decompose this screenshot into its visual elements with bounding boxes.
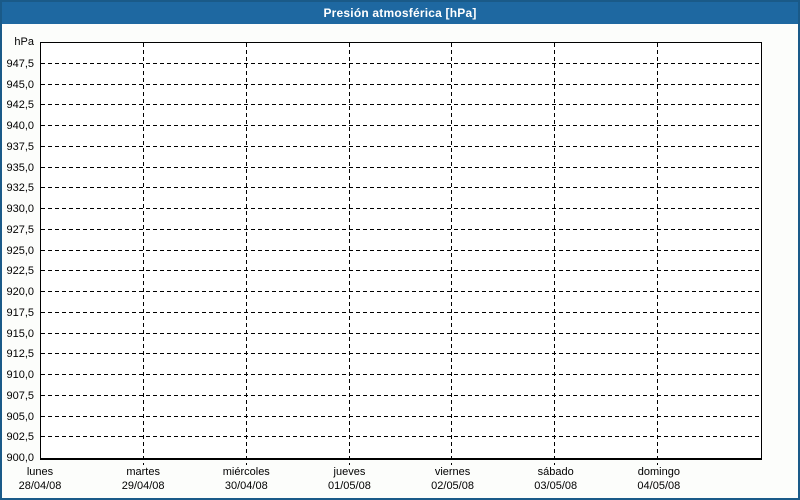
y-axis-tick-label: 935,0 <box>6 161 34 174</box>
y-axis-tick-label: 912,5 <box>6 348 34 361</box>
y-axis-tick-label: 947,5 <box>6 57 34 70</box>
y-axis-tick-label: 940,0 <box>6 120 34 132</box>
y-axis: hPa 947,5 945,0 942,5 940,0 937,5 935,0 932,5 9… <box>2 36 37 464</box>
day-name: domingo <box>637 466 680 478</box>
h-gridline <box>41 374 761 375</box>
y-axis-tick-label: 945,0 <box>6 78 34 91</box>
day-name: sábado <box>537 466 574 478</box>
h-gridline <box>41 436 761 438</box>
y-axis-tick-label: 917,5 <box>6 306 34 319</box>
h-gridline <box>41 104 761 106</box>
h-gridline <box>41 145 761 147</box>
v-gridline <box>245 43 247 465</box>
y-axis-tick-label: 907,5 <box>6 389 34 402</box>
day-name: martes <box>126 466 160 478</box>
y-axis-tick-label: 922,5 <box>6 265 34 278</box>
x-axis-day-label: domingo 04/05/08 <box>637 465 680 493</box>
h-gridline <box>41 415 761 417</box>
day-date: 30/04/08 <box>224 480 268 492</box>
y-axis-tick-label: 920,0 <box>6 286 34 298</box>
h-gridline <box>41 311 761 313</box>
day-date: 02/05/08 <box>431 480 474 492</box>
h-gridline <box>41 83 761 85</box>
h-gridline <box>41 353 761 355</box>
y-axis-tick-label: 925,0 <box>6 244 34 257</box>
v-gridline <box>348 43 350 465</box>
y-axis-tick-label: 905,0 <box>6 410 34 423</box>
day-name: lunes <box>26 466 54 478</box>
day-name: jueves <box>333 466 366 478</box>
x-axis-day-label: martes 29/04/08 <box>122 465 165 493</box>
day-name: miércoles <box>222 466 270 478</box>
chart-title: Presión atmosférica [hPa] <box>323 6 477 20</box>
h-gridline <box>41 62 761 64</box>
pressure-chart-window: Presión atmosférica [hPa] hPa 947,5 945,0… <box>0 0 800 500</box>
y-axis-tick-label: 942,5 <box>6 99 34 112</box>
day-date: 04/05/08 <box>637 480 681 492</box>
v-gridline <box>554 43 556 465</box>
y-axis-unit-label: hPa <box>14 36 34 48</box>
y-axis-tick-label: 937,5 <box>6 140 34 153</box>
y-axis-tick-label: 915,0 <box>6 327 34 340</box>
v-gridline <box>451 43 453 465</box>
chart-body: hPa 947,5 945,0 942,5 940,0 937,5 935,0 932,5 9… <box>2 24 798 498</box>
day-date: 01/05/08 <box>328 480 371 492</box>
v-gridline <box>142 43 144 465</box>
h-gridline <box>41 228 761 230</box>
x-axis-day-label: viernes 02/05/08 <box>431 465 474 493</box>
h-gridline <box>41 394 761 396</box>
h-gridline <box>41 270 761 272</box>
h-gridline <box>41 332 761 334</box>
x-axis: lunes 28/04/08 martes 29/04/08 miércoles 30/0… <box>19 465 762 497</box>
h-gridline <box>41 208 761 209</box>
v-gridline <box>657 43 659 465</box>
plot-area <box>40 42 762 465</box>
x-axis-day-label: sábado 03/05/08 <box>534 465 577 493</box>
h-gridline <box>41 291 761 292</box>
y-axis-tick-label: 927,5 <box>6 223 34 236</box>
day-name: viernes <box>434 466 471 478</box>
y-axis-tick-label: 910,0 <box>6 369 34 381</box>
chart-title-bar: Presión atmosférica [hPa] <box>2 2 798 24</box>
y-axis-tick-label: 930,0 <box>6 203 34 215</box>
y-axis-tick-label: 932,5 <box>6 182 34 195</box>
day-date: 29/04/08 <box>121 480 165 492</box>
x-axis-day-label: lunes 28/04/08 <box>19 465 62 493</box>
h-gridline <box>41 249 761 251</box>
y-axis-tick-label: 900,0 <box>6 452 34 464</box>
day-date: 03/05/08 <box>534 480 578 492</box>
x-axis-day-label: jueves 01/05/08 <box>328 465 371 493</box>
h-gridline <box>41 125 761 126</box>
x-axis-day-label: miércoles 30/04/08 <box>223 465 270 493</box>
day-date: 28/04/08 <box>18 480 62 492</box>
h-gridline <box>41 187 761 189</box>
h-gridline <box>41 166 761 168</box>
y-axis-tick-label: 902,5 <box>6 431 34 444</box>
